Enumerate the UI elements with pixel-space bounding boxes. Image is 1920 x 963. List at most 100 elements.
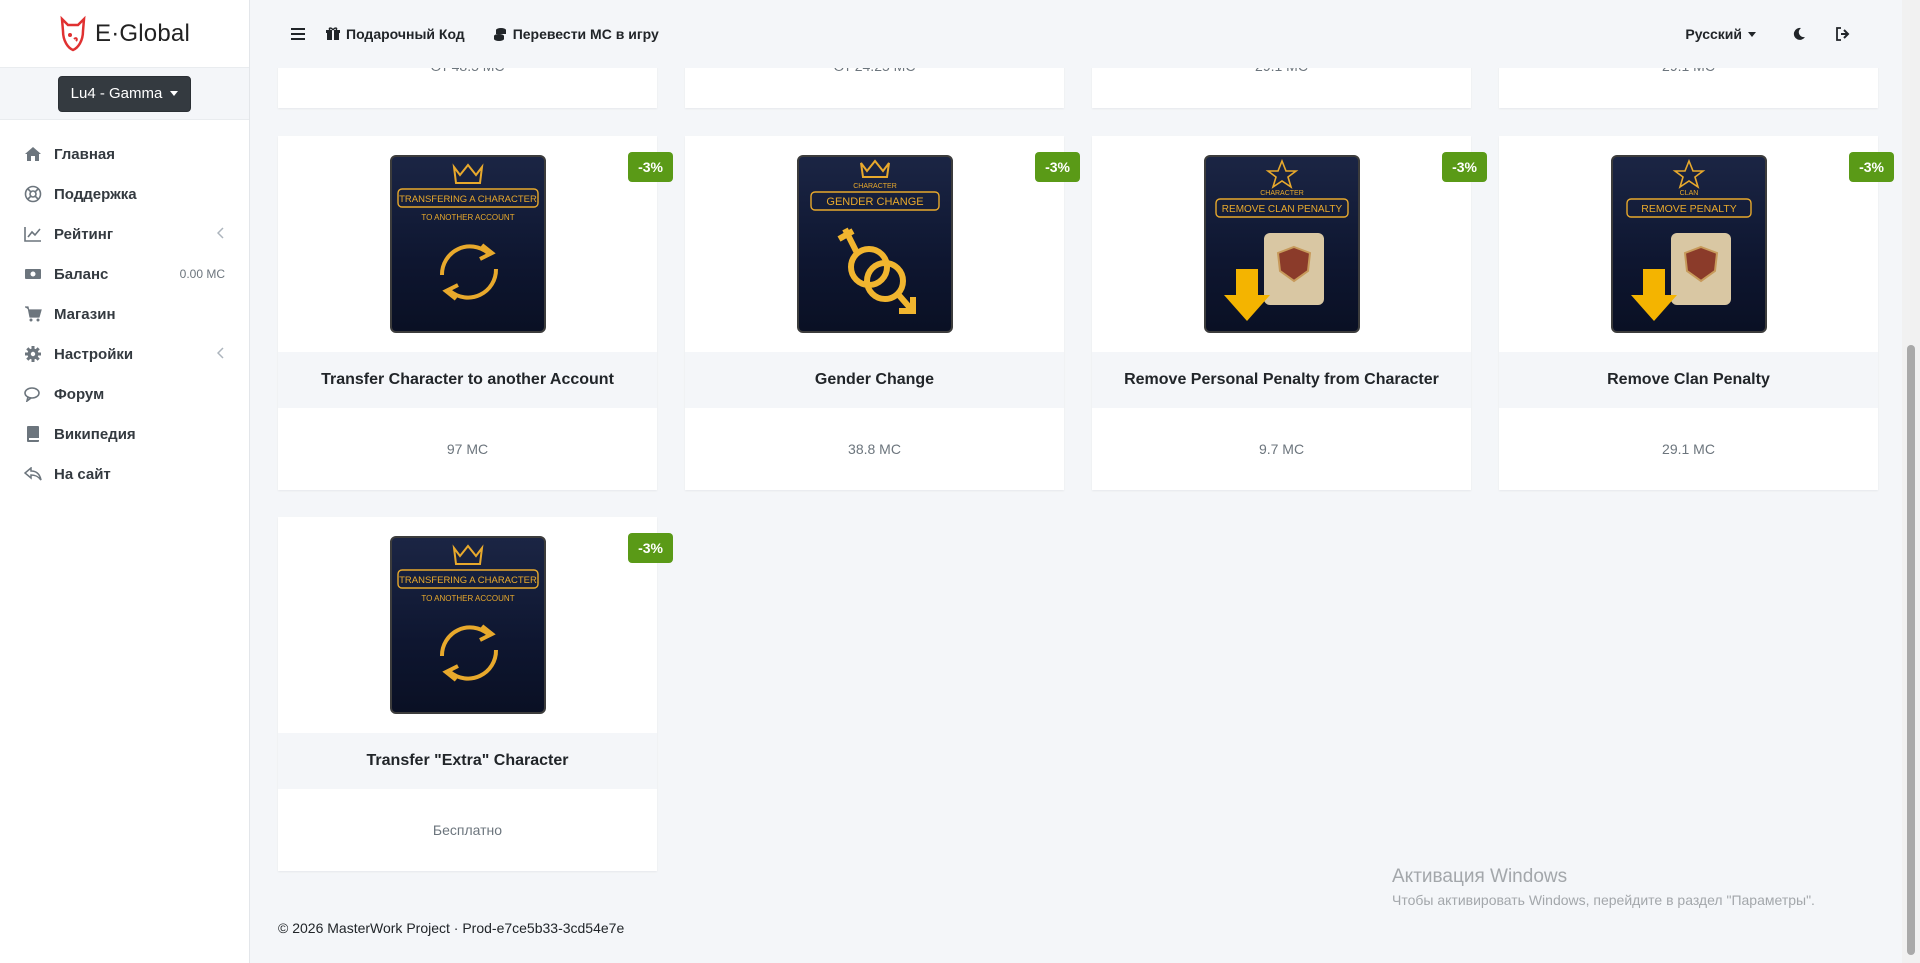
chart-line-icon bbox=[24, 225, 42, 243]
product-name[interactable]: Remove Clan Penalty bbox=[1499, 352, 1878, 408]
product-image-area: TRANSFERING A CHARACTER TO ANOTHER ACCOU… bbox=[278, 136, 657, 352]
product-card-transfer-character[interactable]: TRANSFERING A CHARACTER TO ANOTHER ACCOU… bbox=[278, 136, 673, 490]
product-price: 97 MC bbox=[446, 441, 489, 457]
reply-icon bbox=[24, 465, 42, 483]
coins-icon bbox=[493, 28, 506, 41]
product-image-area: CHARACTER REMOVE CLAN PENALTY bbox=[1092, 136, 1471, 352]
page-scrollbar[interactable] bbox=[1902, 0, 1920, 963]
balance-value: 0.00 MC bbox=[179, 267, 225, 281]
server-label: Lu4 - Gamma bbox=[70, 85, 163, 102]
lifebuoy-icon bbox=[24, 185, 42, 203]
discount-badge: -3% bbox=[628, 533, 673, 563]
logout-icon[interactable] bbox=[1834, 25, 1852, 43]
product-card-transfer-extra-character[interactable]: TRANSFERING A CHARACTER TO ANOTHER ACCOU… bbox=[278, 517, 673, 871]
language-label: Русский bbox=[1685, 26, 1742, 42]
sidebar-item-label: Баланс bbox=[54, 265, 109, 283]
sidebar-item-label: Главная bbox=[54, 145, 116, 163]
art-sub: TO ANOTHER ACCOUNT bbox=[421, 213, 514, 222]
comments-icon bbox=[24, 385, 42, 403]
discount-badge: -3% bbox=[1442, 152, 1487, 182]
watermark-subtitle: Чтобы активировать Windows, перейдите в … bbox=[1392, 892, 1815, 908]
book-icon bbox=[24, 425, 42, 443]
product-image[interactable]: CLAN REMOVE PENALTY bbox=[1610, 155, 1767, 333]
sidebar-item-shop[interactable]: Магазин bbox=[0, 294, 249, 334]
art-title: GENDER CHANGE bbox=[826, 196, 923, 208]
sidebar-item-balance[interactable]: Баланс 0.00 MC bbox=[0, 254, 249, 294]
sidebar-item-to-site[interactable]: На сайт bbox=[0, 454, 249, 494]
crown-icon bbox=[452, 163, 483, 184]
product-price: 38.8 MC bbox=[848, 441, 901, 457]
product-image[interactable]: CHARACTER GENDER CHANGE bbox=[796, 155, 953, 333]
product-image[interactable]: TRANSFERING A CHARACTER TO ANOTHER ACCOU… bbox=[389, 536, 546, 714]
art-sub: TO ANOTHER ACCOUNT bbox=[421, 594, 514, 603]
star-icon bbox=[1672, 158, 1705, 189]
product-image-area: CHARACTER GENDER CHANGE bbox=[685, 136, 1064, 352]
page-footer: © 2026 MasterWork Project · Prod-e7ce5b3… bbox=[278, 920, 625, 936]
art-title: TRANSFERING A CHARACTER bbox=[399, 575, 537, 586]
art-small: CHARACTER bbox=[853, 183, 897, 190]
product-card-gender-change[interactable]: CHARACTER GENDER CHANGE Gender Change 38… bbox=[685, 136, 1080, 490]
sidebar-item-settings[interactable]: Настройки bbox=[0, 334, 249, 374]
menu-toggle-icon[interactable] bbox=[288, 24, 308, 44]
product-card-remove-clan-penalty[interactable]: CLAN REMOVE PENALTY Remove Clan Penalty … bbox=[1499, 136, 1894, 490]
windows-activation-watermark: Активация Windows Чтобы активировать Win… bbox=[1392, 866, 1815, 908]
scrollbar-thumb[interactable] bbox=[1907, 345, 1915, 955]
gift-code-link[interactable]: Подарочный Код bbox=[326, 26, 465, 42]
art-title: TRANSFERING A CHARACTER bbox=[399, 194, 537, 205]
star-icon bbox=[1265, 158, 1298, 189]
product-name[interactable]: Remove Personal Penalty from Character bbox=[1092, 352, 1471, 408]
money-icon bbox=[24, 265, 42, 283]
discount-badge: -3% bbox=[1035, 152, 1080, 182]
sidebar-item-label: Поддержка bbox=[54, 185, 137, 203]
product-price: 29.1 MC bbox=[1662, 441, 1715, 457]
product-price: 9.7 MC bbox=[1258, 441, 1305, 457]
sidebar-item-wiki[interactable]: Википедия bbox=[0, 414, 249, 454]
arrow-down-icon bbox=[1630, 269, 1677, 321]
cart-icon bbox=[24, 305, 42, 323]
brand[interactable]: E·Global bbox=[0, 0, 249, 68]
sidebar-item-home[interactable]: Главная bbox=[0, 134, 249, 174]
dark-mode-toggle-icon[interactable] bbox=[1790, 25, 1808, 43]
product-card-remove-personal-penalty[interactable]: CHARACTER REMOVE CLAN PENALTY Remove Per… bbox=[1092, 136, 1487, 490]
art-title: REMOVE CLAN PENALTY bbox=[1221, 204, 1342, 215]
gear-icon bbox=[24, 345, 42, 363]
gift-code-label: Подарочный Код bbox=[346, 26, 465, 42]
crown-icon bbox=[452, 544, 483, 565]
product-image-area: CLAN REMOVE PENALTY bbox=[1499, 136, 1878, 352]
sidebar-item-label: Википедия bbox=[54, 425, 136, 443]
caret-down-icon bbox=[170, 91, 179, 96]
fox-logo-icon bbox=[60, 15, 86, 51]
product-name[interactable]: Gender Change bbox=[685, 352, 1064, 408]
watermark-title: Активация Windows bbox=[1392, 866, 1568, 887]
sidebar-item-label: Форум bbox=[54, 385, 105, 403]
transfer-mc-link[interactable]: Перевести MC в игру bbox=[493, 26, 659, 42]
home-icon bbox=[24, 145, 42, 163]
art-small: CLAN bbox=[1679, 190, 1698, 197]
sidebar-item-label: На сайт bbox=[54, 465, 111, 483]
sidebar-item-label: Настройки bbox=[54, 345, 134, 363]
sidebar-item-forum[interactable]: Форум bbox=[0, 374, 249, 414]
chevron-left-icon bbox=[216, 346, 225, 363]
sidebar-item-rating[interactable]: Рейтинг bbox=[0, 214, 249, 254]
sidebar-item-label: Магазин bbox=[54, 305, 116, 323]
sidebar: E·Global Lu4 - Gamma Главная Поддержка Р… bbox=[0, 0, 250, 963]
product-image[interactable]: CHARACTER REMOVE CLAN PENALTY bbox=[1203, 155, 1360, 333]
product-name[interactable]: Transfer Character to another Account bbox=[278, 352, 657, 408]
product-price: Бесплатно bbox=[432, 822, 503, 838]
transfer-arrows-icon bbox=[439, 244, 489, 276]
product-image[interactable]: TRANSFERING A CHARACTER TO ANOTHER ACCOU… bbox=[389, 155, 546, 333]
sidebar-item-support[interactable]: Поддержка bbox=[0, 174, 249, 214]
server-select-button[interactable]: Lu4 - Gamma bbox=[57, 75, 192, 112]
discount-badge: -3% bbox=[1849, 152, 1894, 182]
language-dropdown[interactable]: Русский bbox=[1685, 26, 1756, 42]
chevron-left-icon bbox=[216, 226, 225, 243]
product-name[interactable]: Transfer "Extra" Character bbox=[278, 733, 657, 789]
product-image-area: TRANSFERING A CHARACTER TO ANOTHER ACCOU… bbox=[278, 517, 657, 733]
transfer-arrows-icon bbox=[439, 625, 489, 657]
art-title: REMOVE PENALTY bbox=[1641, 203, 1737, 215]
sidebar-nav: Главная Поддержка Рейтинг Баланс 0.00 MC… bbox=[0, 134, 249, 494]
crown-icon bbox=[859, 159, 890, 178]
transfer-mc-label: Перевести MC в игру bbox=[512, 26, 659, 42]
sidebar-item-label: Рейтинг bbox=[54, 225, 114, 243]
caret-down-icon bbox=[1748, 31, 1756, 37]
